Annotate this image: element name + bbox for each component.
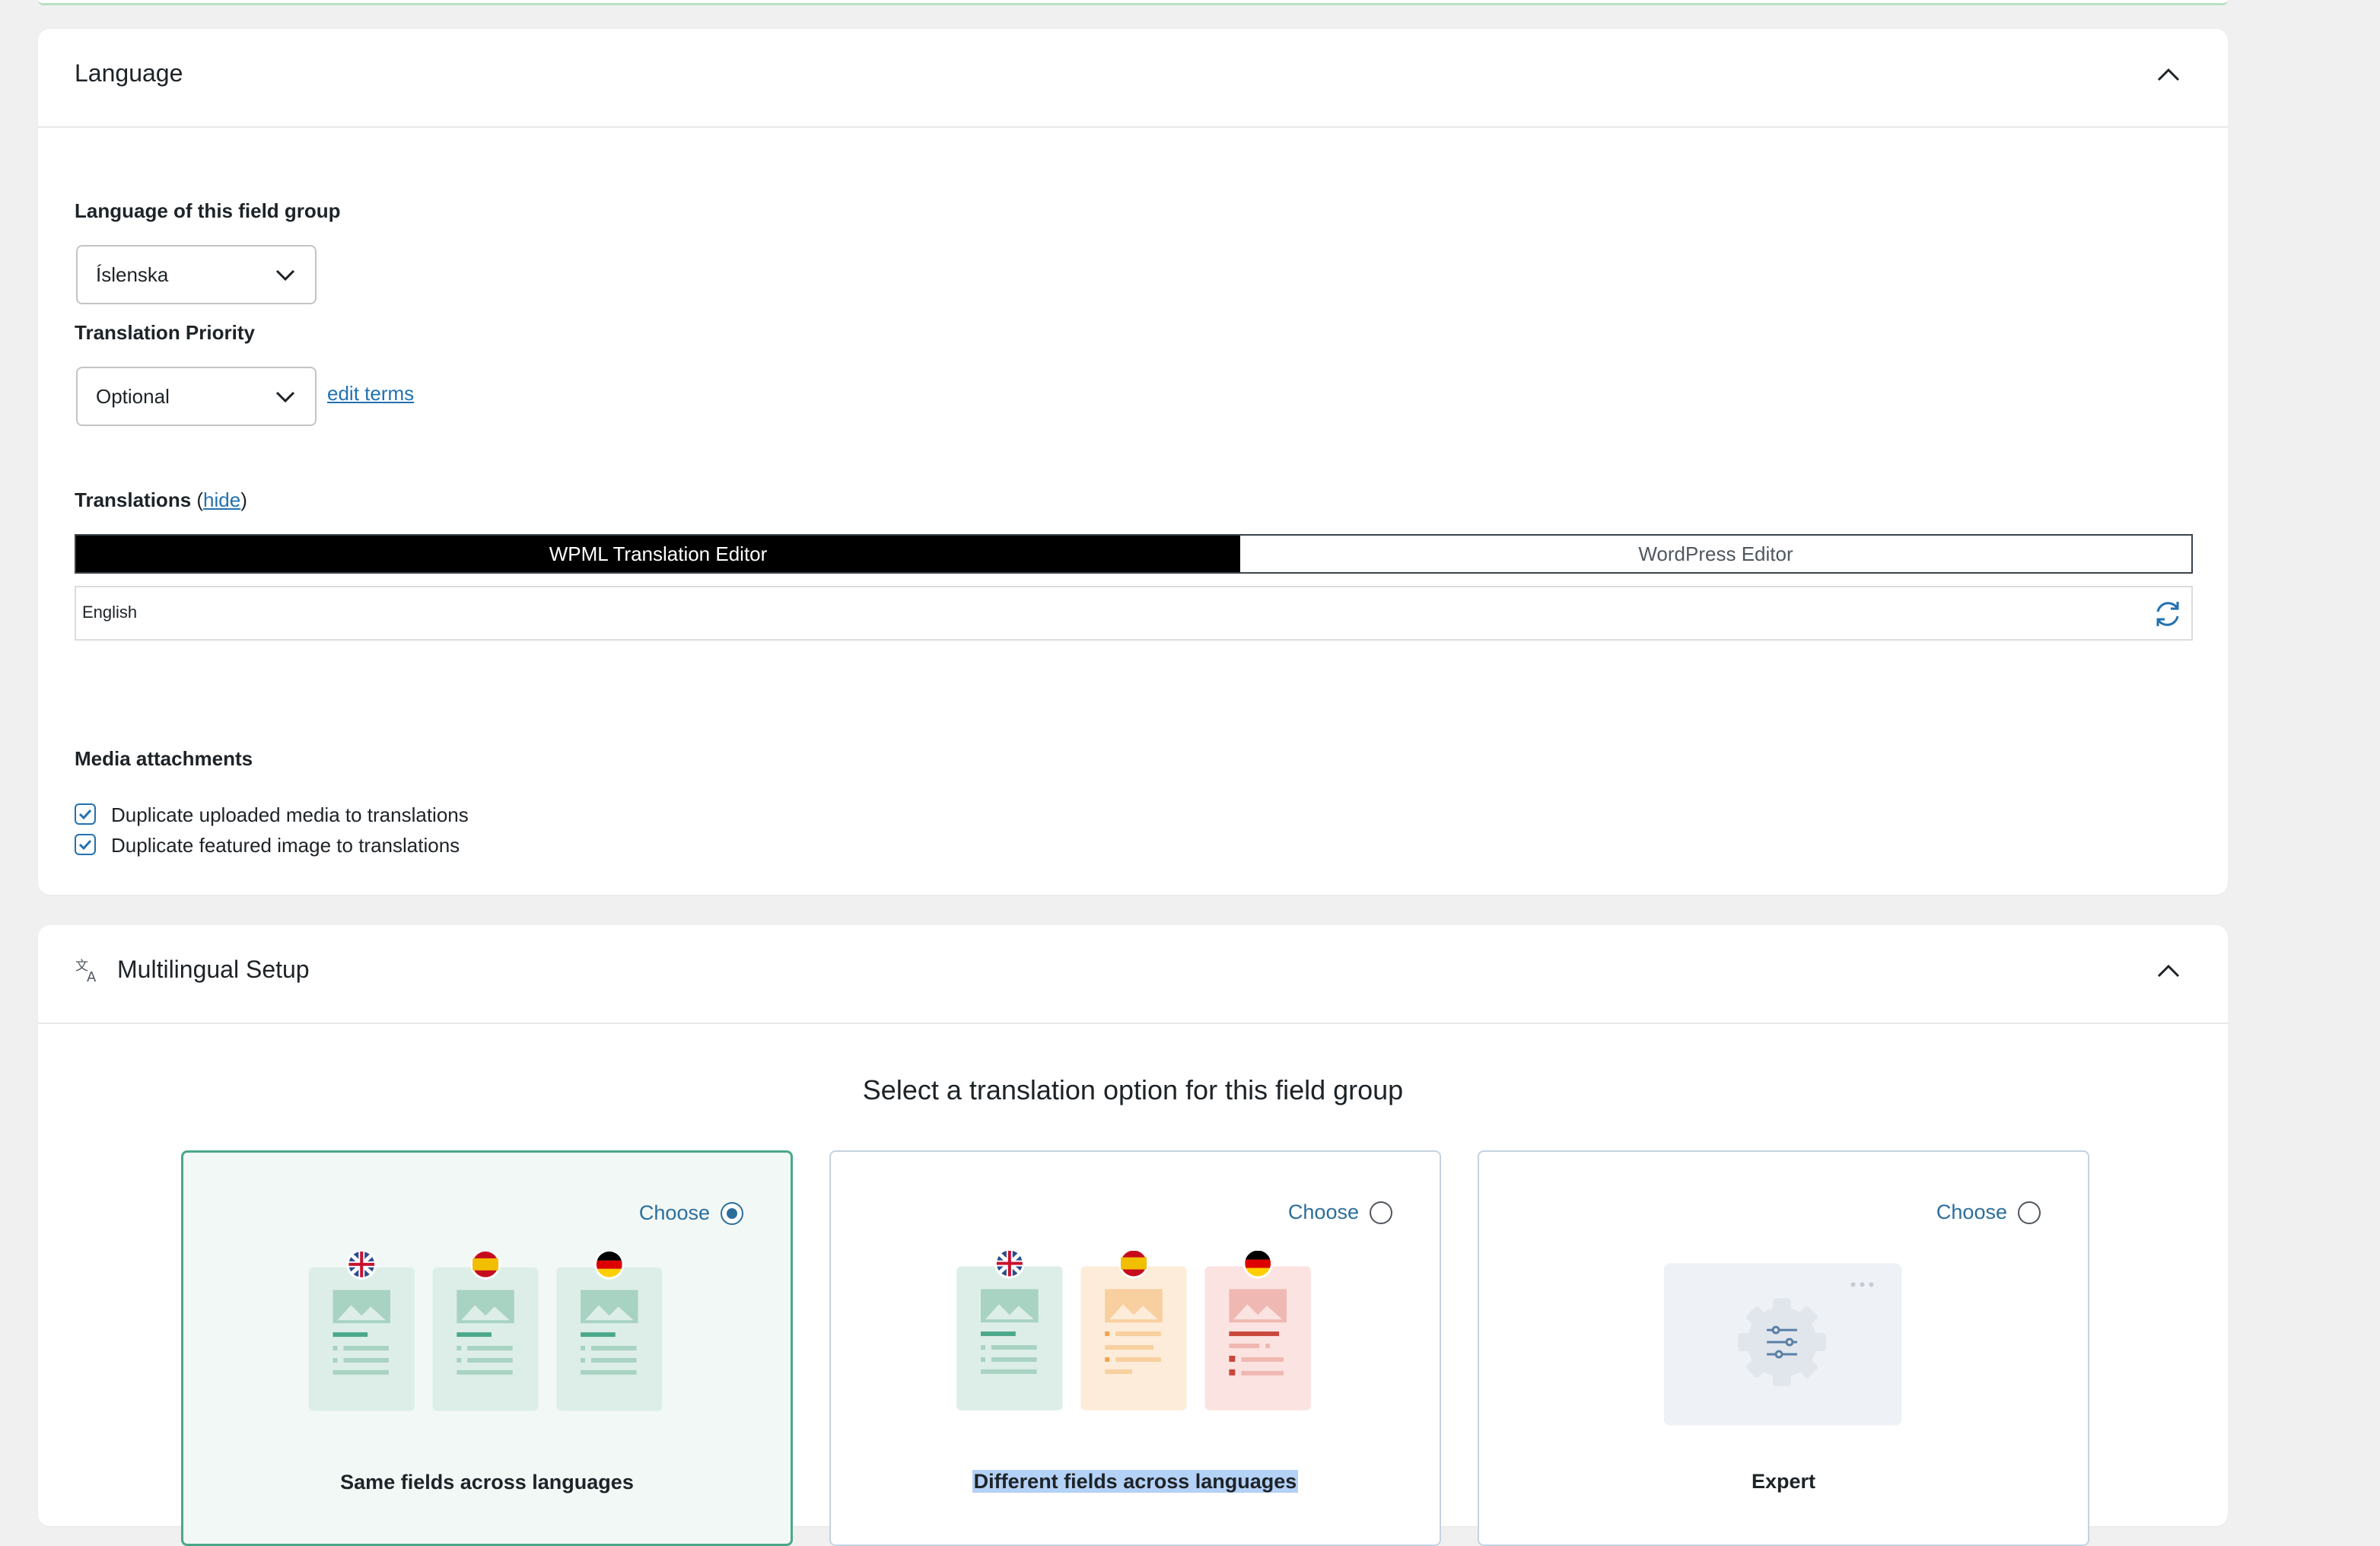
language-panel-header[interactable]: Language	[38, 29, 2228, 128]
option-card-different-fields[interactable]: Choose Different fields across languages	[829, 1150, 1441, 1546]
option-card-expert[interactable]: Choose Expert	[1478, 1150, 2089, 1546]
duplicate-featured-image-label[interactable]: Duplicate featured image to translations	[111, 834, 460, 857]
chevron-down-icon	[275, 391, 295, 403]
option-title-expert: Expert	[1751, 1470, 1816, 1493]
translation-language-name: English	[82, 603, 138, 622]
chevron-down-icon	[275, 269, 295, 282]
doc-card	[308, 1267, 415, 1411]
media-attachments-label: Media attachments	[75, 747, 253, 770]
previous-panel-edge	[38, 0, 2228, 5]
duplicate-media-checkbox[interactable]	[75, 803, 96, 825]
translation-priority-select[interactable]: Optional	[76, 367, 317, 426]
choose-label: Choose	[1287, 1201, 1359, 1223]
duplicate-featured-image-checkbox[interactable]	[75, 834, 96, 855]
translation-language-row[interactable]: English	[75, 586, 2193, 641]
language-panel-title: Language	[75, 59, 183, 87]
translations-label: Translations (hide)	[75, 488, 247, 511]
translation-option-heading: Select a translation option for this fie…	[862, 1074, 1404, 1105]
radio-different-fields[interactable]	[1370, 1201, 1392, 1224]
option-title-different-fields: Different fields across languages	[831, 1470, 1440, 1494]
translations-label-text: Translations	[75, 488, 192, 511]
choose-different-fields[interactable]: Choose	[1288, 1201, 1392, 1224]
translation-priority-label: Translation Priority	[75, 321, 255, 344]
translations-hide-link[interactable]: hide	[203, 488, 240, 511]
refresh-icon[interactable]	[2150, 596, 2185, 631]
option-title-same-fields: Same fields across languages	[340, 1471, 634, 1494]
chevron-up-icon[interactable]	[2156, 67, 2181, 82]
radio-same-fields[interactable]	[721, 1201, 743, 1225]
translation-priority-value: Optional	[96, 385, 170, 408]
same-fields-illustration	[308, 1252, 663, 1411]
checkmark-icon	[78, 839, 92, 851]
edit-terms-link[interactable]: edit terms	[327, 382, 414, 406]
svg-text:A: A	[87, 969, 97, 983]
translate-icon: 文 A	[75, 959, 97, 983]
option-title-different-fields-text: Different fields across languages	[972, 1470, 1299, 1493]
duplicate-media-label[interactable]: Duplicate uploaded media to translations	[111, 803, 469, 827]
expert-illustration	[1663, 1263, 1902, 1426]
settings-gear-icon	[1738, 1298, 1826, 1386]
chevron-up-icon[interactable]	[2156, 963, 2181, 978]
different-fields-illustration	[956, 1251, 1311, 1411]
multilingual-panel-title: Multilingual Setup	[117, 956, 310, 983]
option-card-same-fields[interactable]: Choose Same fields across languages	[181, 1150, 793, 1546]
field-group-language-select[interactable]: Íslenska	[76, 245, 317, 304]
multilingual-setup-panel: 文 A Multilingual Setup Select a translat…	[38, 925, 2228, 1546]
field-group-language-value: Íslenska	[96, 263, 169, 286]
field-group-language-label: Language of this field group	[75, 199, 341, 222]
choose-expert[interactable]: Choose	[1936, 1201, 2041, 1224]
choose-label: Choose	[638, 1201, 710, 1224]
radio-expert[interactable]	[2018, 1201, 2041, 1224]
editor-toggle: WPML Translation Editor WordPress Editor	[75, 534, 2193, 574]
tab-wpml-translation-editor[interactable]: WPML Translation Editor	[76, 536, 1240, 572]
multilingual-panel-header[interactable]: 文 A Multilingual Setup	[38, 925, 2228, 1024]
language-panel: Language Language of this field group Ís…	[38, 29, 2228, 895]
tab-wordpress-editor[interactable]: WordPress Editor	[1240, 536, 2191, 572]
choose-label: Choose	[1936, 1201, 2007, 1223]
checkmark-icon	[78, 809, 92, 820]
choose-same-fields[interactable]: Choose	[639, 1201, 743, 1225]
